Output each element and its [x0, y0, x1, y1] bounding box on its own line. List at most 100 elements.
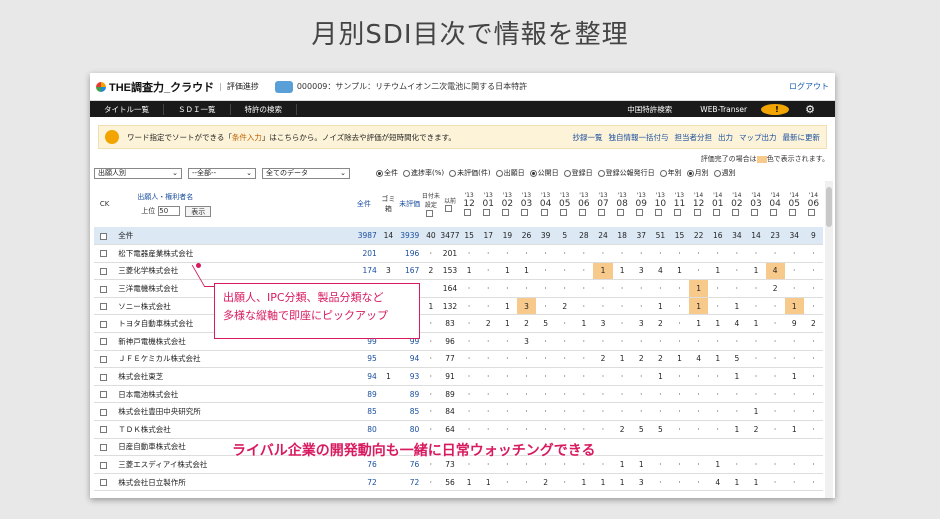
month-count[interactable]: 1 — [784, 297, 804, 316]
month-count[interactable]: · — [612, 244, 632, 263]
month-count[interactable]: 34 — [727, 227, 747, 246]
month-count[interactable]: 1 — [708, 262, 728, 281]
month-count[interactable]: 9 — [803, 227, 823, 246]
radio-option[interactable]: 登録日 — [563, 168, 593, 178]
column-checkbox[interactable] — [636, 209, 644, 216]
month-count[interactable]: · — [497, 473, 517, 492]
month-count[interactable]: · — [497, 350, 517, 369]
month-count[interactable]: 3 — [516, 297, 537, 316]
month-count[interactable]: 1 — [497, 297, 517, 316]
action-map-output[interactable]: マップ出力 — [739, 132, 777, 143]
month-count[interactable]: 1 — [612, 350, 632, 369]
notification-icon[interactable]: ! — [761, 103, 790, 115]
count-all[interactable]: 3987 — [349, 227, 379, 246]
month-count[interactable]: · — [765, 455, 785, 474]
row-checkbox-cell[interactable] — [94, 420, 116, 439]
month-count[interactable]: · — [574, 367, 594, 386]
nav-patent-search[interactable]: 特許の検索 — [231, 103, 297, 115]
month-count[interactable]: · — [669, 244, 690, 263]
month-count[interactable]: 1 — [650, 297, 670, 316]
month-count[interactable]: · — [574, 402, 594, 422]
month-count[interactable]: 1 — [727, 367, 747, 386]
group-select[interactable]: 出願人別 ⌄ — [94, 167, 182, 179]
month-count[interactable]: · — [536, 385, 556, 404]
month-count[interactable] — [784, 438, 804, 457]
month-count[interactable]: · — [803, 367, 823, 386]
month-count[interactable]: 1 — [459, 473, 479, 492]
table-row[interactable]: ソニー株式会社 1 132 · · 1 3 · 2 · · · · 1 · 1 · 1 · · 1 · — [94, 297, 823, 316]
month-count[interactable]: 2 — [536, 473, 556, 492]
month-count[interactable]: 4 — [727, 314, 747, 334]
month-count[interactable]: · — [708, 297, 728, 316]
count-unevaluated[interactable]: 196 — [397, 244, 422, 263]
month-count[interactable]: · — [803, 473, 823, 492]
month-count[interactable]: 4 — [650, 262, 670, 281]
month-count[interactable]: · — [555, 332, 575, 351]
month-count[interactable]: · — [593, 332, 613, 351]
month-count[interactable]: · — [478, 279, 498, 298]
row-checkbox[interactable] — [99, 303, 107, 311]
month-count[interactable]: · — [555, 385, 575, 404]
month-count[interactable]: · — [536, 367, 556, 386]
month-count[interactable]: · — [593, 367, 613, 386]
month-count[interactable]: · — [478, 420, 498, 439]
month-count[interactable]: 1 — [478, 473, 498, 492]
radio-option[interactable]: 全件 — [376, 168, 398, 178]
month-count[interactable] — [650, 438, 670, 457]
month-count[interactable]: 1 — [689, 279, 709, 298]
month-count[interactable]: · — [478, 385, 498, 404]
month-count[interactable]: 1 — [650, 367, 670, 386]
month-count[interactable]: 3 — [631, 314, 651, 334]
month-count[interactable]: · — [574, 279, 594, 298]
month-count[interactable]: 2 — [593, 350, 613, 369]
month-count[interactable]: · — [765, 473, 785, 492]
month-count[interactable]: 1 — [746, 473, 766, 492]
row-checkbox[interactable] — [99, 426, 107, 434]
column-checkbox[interactable] — [693, 209, 701, 216]
month-count[interactable]: · — [708, 244, 728, 263]
month-count[interactable]: · — [631, 244, 651, 263]
month-count[interactable]: 1 — [459, 262, 479, 281]
month-count[interactable]: · — [803, 420, 823, 439]
month-count[interactable]: 19 — [497, 227, 517, 246]
month-count[interactable]: 2 — [650, 314, 670, 334]
count-unevaluated[interactable]: 89 — [397, 385, 422, 404]
month-count[interactable]: · — [784, 332, 804, 351]
month-count[interactable]: · — [478, 367, 498, 386]
month-count[interactable]: · — [459, 367, 479, 386]
month-count[interactable]: · — [478, 244, 498, 263]
nav-web-transer[interactable]: WEB-Transer — [686, 105, 761, 114]
count-all[interactable]: 89 — [349, 385, 379, 404]
month-count[interactable]: · — [555, 244, 575, 263]
month-count[interactable]: 1 — [574, 314, 594, 334]
month-count[interactable]: · — [593, 297, 613, 316]
chat-icon[interactable] — [274, 80, 293, 93]
radio-option[interactable]: 登録公報発行日 — [597, 168, 655, 178]
table-row[interactable]: 株式会社日立製作所 72 72 · 56 1 1 · · 2 · 1 1 1 3 · · · 4 1 1 · · · — [94, 473, 823, 492]
column-checkbox[interactable] — [502, 209, 510, 216]
month-count[interactable]: · — [631, 385, 651, 404]
row-checkbox-cell[interactable] — [94, 367, 116, 386]
month-count[interactable]: · — [803, 350, 823, 369]
month-count[interactable]: 37 — [631, 227, 651, 246]
month-count[interactable]: · — [708, 332, 728, 351]
month-count[interactable]: 1 — [612, 473, 632, 492]
month-count[interactable]: · — [459, 314, 479, 334]
month-count[interactable]: · — [555, 473, 575, 492]
month-count[interactable]: · — [765, 332, 785, 351]
month-count[interactable]: 5 — [631, 420, 651, 439]
month-count[interactable]: 1 — [669, 262, 690, 281]
month-count[interactable]: 1 — [612, 455, 632, 474]
count-unevaluated[interactable]: 93 — [397, 367, 422, 386]
month-count[interactable]: · — [765, 350, 785, 369]
month-count[interactable]: · — [516, 350, 537, 369]
table-row[interactable]: ＴＤＫ株式会社 80 80 · 64 · · · · · · · · 2 5 5 · · · 1 2 · 1 · — [94, 420, 823, 439]
month-count[interactable]: · — [516, 385, 537, 404]
month-count[interactable]: · — [593, 455, 613, 474]
month-count[interactable]: · — [574, 244, 594, 263]
month-count[interactable]: · — [555, 262, 575, 281]
column-checkbox[interactable] — [597, 209, 605, 216]
month-count[interactable]: 15 — [459, 227, 479, 246]
row-checkbox-cell[interactable] — [94, 350, 116, 369]
row-checkbox-cell[interactable] — [94, 385, 116, 404]
